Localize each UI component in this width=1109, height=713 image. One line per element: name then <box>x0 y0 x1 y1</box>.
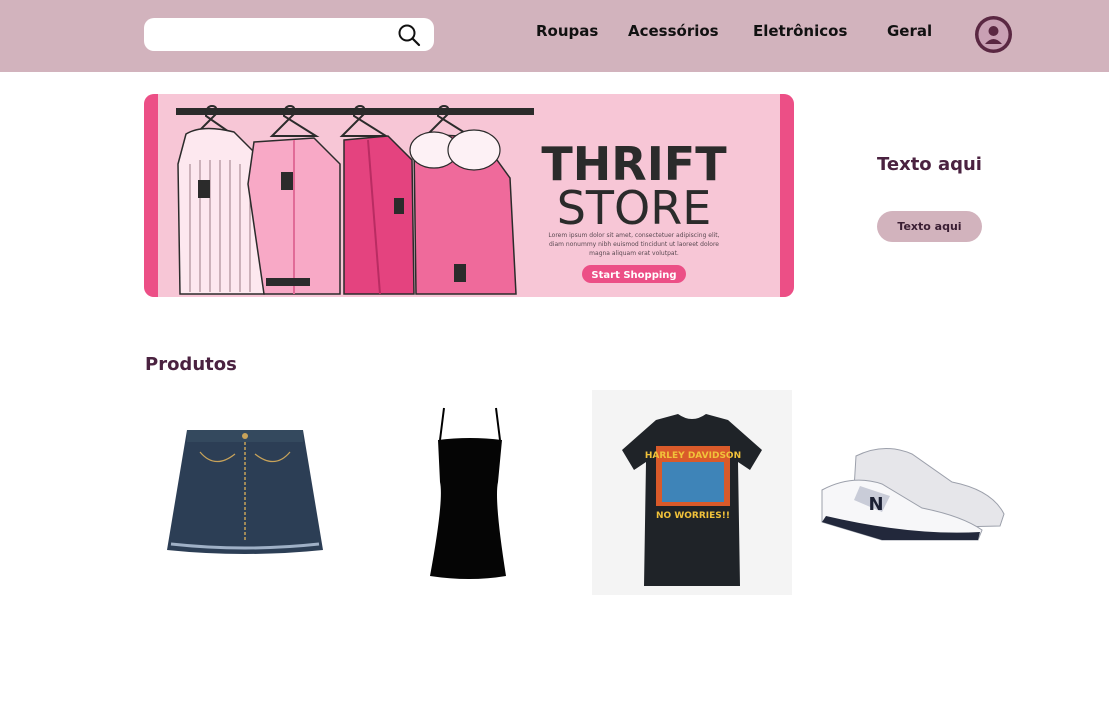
tshirt-print-subtext: NO WORRIES!! <box>656 511 730 521</box>
black-dress-image <box>430 407 506 579</box>
nav-item-geral[interactable]: Geral <box>887 22 932 40</box>
search-input[interactable] <box>154 22 390 47</box>
top-navbar: Roupas Acessórios Eletrônicos Geral <box>0 0 1109 72</box>
nav-item-acessorios[interactable]: Acessórios <box>628 22 719 40</box>
search-icon[interactable] <box>396 22 422 48</box>
black-tshirt-image: HARLEY DAVIDSON NO WORRIES!! <box>592 390 792 595</box>
products-section-title: Produtos <box>145 354 237 375</box>
user-icon <box>978 19 1009 50</box>
banner-body-1: Lorem ipsum dolor sit amet, consectetuer… <box>548 232 719 239</box>
product-card-black-dress[interactable] <box>370 390 570 595</box>
banner-body-3: magna aliquam erat volutpat. <box>589 250 679 257</box>
banner-title-line2: STORE <box>557 181 712 235</box>
white-sneakers-image: N <box>821 448 1005 541</box>
product-card-black-tshirt[interactable]: HARLEY DAVIDSON NO WORRIES!! <box>592 390 792 595</box>
banner-illustration: THRIFT STORE Lorem ipsum dolor sit amet,… <box>144 94 794 297</box>
product-card-denim-skirt[interactable] <box>145 390 345 595</box>
side-panel-button[interactable]: Texto aqui <box>877 211 982 242</box>
avatar[interactable] <box>975 16 1012 53</box>
search-bar[interactable] <box>144 18 434 51</box>
denim-skirt-image <box>167 430 323 554</box>
start-shopping-label: Start Shopping <box>591 270 676 281</box>
nav-item-roupas[interactable]: Roupas <box>536 22 598 40</box>
tshirt-print-text: HARLEY DAVIDSON <box>645 451 741 461</box>
side-panel-title: Texto aqui <box>877 154 982 175</box>
banner-body-2: diam nonummy nibh euismod tincidunt ut l… <box>549 241 719 248</box>
sneaker-logo-text: N <box>868 494 883 515</box>
nav-item-eletronicos[interactable]: Eletrônicos <box>753 22 847 40</box>
product-card-white-sneakers[interactable]: N <box>812 390 1012 595</box>
thrift-store-banner[interactable]: THRIFT STORE Lorem ipsum dolor sit amet,… <box>144 94 794 297</box>
